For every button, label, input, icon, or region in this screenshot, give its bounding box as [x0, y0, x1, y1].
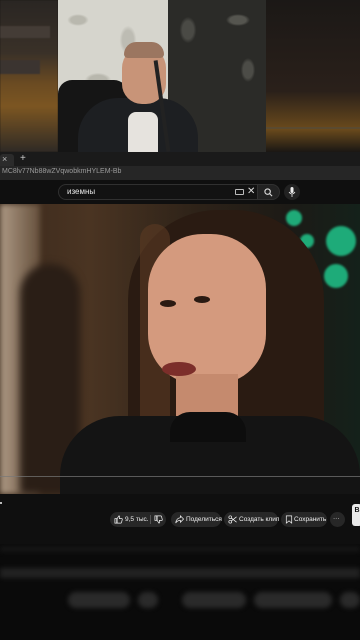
- share-label: Поделиться: [186, 516, 222, 523]
- search-input[interactable]: иземны ✕: [58, 184, 258, 200]
- blurred-button: [68, 592, 130, 608]
- browser-window: × + MC8lv77Nb88wZVqwobkmHYLEM-Bb иземны …: [0, 152, 360, 204]
- like-count[interactable]: 9,5 тыс.: [125, 516, 149, 523]
- keyboard-icon[interactable]: [235, 189, 244, 195]
- blurred-button: [138, 592, 158, 608]
- bokeh-light: [286, 210, 302, 226]
- create-clip-button[interactable]: Создать клип: [224, 512, 280, 527]
- youtube-header: иземны ✕: [0, 180, 360, 204]
- thumb-down-icon[interactable]: [154, 515, 163, 524]
- new-tab-button[interactable]: +: [20, 152, 26, 166]
- tab-close-icon[interactable]: ×: [2, 153, 7, 165]
- video-actions: 9,5 тыс. Поделиться Создать клип Сохрани…: [0, 494, 360, 544]
- scissors-icon: [228, 515, 237, 524]
- blurred-button: [182, 592, 246, 608]
- thumb-up-icon[interactable]: [114, 515, 123, 524]
- search-query: иземны: [67, 187, 96, 196]
- woman-face: [148, 234, 266, 384]
- clear-icon[interactable]: ✕: [247, 185, 255, 199]
- blurred-desktop-right: [266, 0, 360, 152]
- share-icon: [175, 515, 184, 524]
- search-icon: [264, 188, 273, 197]
- mic-icon: [288, 187, 296, 197]
- bokeh-light: [324, 264, 348, 288]
- share-button[interactable]: Поделиться: [171, 512, 222, 527]
- blurred-desktop-left: [0, 0, 58, 152]
- eye: [160, 300, 176, 307]
- search-button[interactable]: [258, 184, 280, 200]
- blurred-button: [340, 592, 360, 608]
- create-clip-label: Создать клип: [239, 516, 280, 523]
- video-player[interactable]: [0, 204, 360, 494]
- edge-button[interactable]: В: [352, 504, 360, 526]
- more-icon: ···: [333, 515, 340, 522]
- eye: [194, 296, 210, 303]
- more-actions-button[interactable]: ···: [330, 512, 345, 527]
- save-button[interactable]: Сохранить: [281, 512, 327, 527]
- voice-search-button[interactable]: [284, 184, 300, 200]
- mouth: [162, 362, 196, 376]
- streamer-overlay: [0, 0, 360, 152]
- blurred-lower-section: [0, 544, 360, 640]
- address-bar-url: MC8lv77Nb88wZVqwobkmHYLEM-Bb: [2, 168, 122, 175]
- video-progress-line[interactable]: [0, 476, 360, 477]
- blurred-button: [254, 592, 332, 608]
- browser-tab[interactable]: ×: [0, 154, 14, 166]
- save-label: Сохранить: [294, 516, 327, 523]
- address-bar[interactable]: MC8lv77Nb88wZVqwobkmHYLEM-Bb: [0, 166, 360, 180]
- tab-strip: × +: [0, 152, 360, 166]
- like-dislike-group: 9,5 тыс.: [110, 512, 166, 527]
- bookmark-icon: [285, 515, 293, 524]
- bokeh-light: [326, 226, 356, 256]
